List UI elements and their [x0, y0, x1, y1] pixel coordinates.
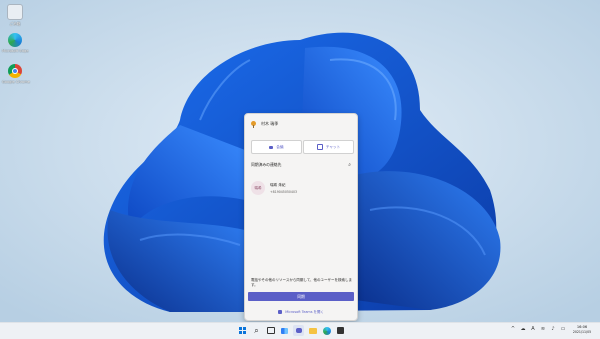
teams-chat-flyout: 村木 瑞季 会議 チャット 同期済みの連絡先 ⌕ 瑞希 瑞希 朱紀 +81904… [244, 113, 358, 321]
desktop-icon-label: Microsoft Edge [2, 49, 29, 53]
store-icon[interactable] [335, 325, 346, 336]
user-name: 村木 瑞季 [261, 121, 279, 126]
chat-bubble-icon [316, 144, 323, 150]
video-camera-icon [269, 145, 274, 149]
taskbar: ⌕ ^ ☁ A ≋ ♪ ▭ 16:06 2021/11/05 [0, 322, 600, 339]
chat-icon[interactable] [293, 325, 304, 336]
desktop-icon-recycle-bin[interactable]: ごみ箱 [2, 4, 28, 26]
system-tray: ^ ☁ A ≋ ♪ ▭ [510, 326, 566, 332]
onedrive-icon[interactable]: ☁ [520, 326, 526, 332]
profile-pin-icon [251, 120, 256, 128]
clock-date: 2021/11/05 [572, 330, 592, 334]
contact-phone: +819045050403 [270, 189, 298, 194]
search-icon[interactable]: ⌕ [348, 162, 351, 168]
meet-button-label: 会議 [276, 144, 284, 149]
open-teams-label: Microsoft Teams を開く [285, 310, 324, 314]
chat-button[interactable]: チャット [303, 140, 354, 154]
desktop-icon-edge[interactable]: Microsoft Edge [2, 33, 29, 53]
task-view-icon[interactable] [265, 325, 276, 336]
file-explorer-icon[interactable] [307, 325, 318, 336]
contact-name: 瑞希 朱紀 [270, 182, 286, 187]
synced-contacts-header: 同期済みの連絡先 ⌕ [251, 161, 351, 169]
edge-icon [8, 33, 22, 47]
windows-start-icon[interactable] [237, 325, 248, 336]
volume-icon[interactable]: ♪ [550, 326, 556, 332]
flyout-header: 村木 瑞季 [251, 119, 278, 129]
avatar: 瑞希 [251, 181, 265, 195]
desktop-icon-label: ごみ箱 [9, 22, 21, 26]
sync-description: 電話やその他のリソースから同期して、他のユーザーを検索します。 [251, 278, 352, 287]
desktop-icon-chrome[interactable]: Google Chrome [2, 64, 30, 84]
widgets-icon[interactable] [279, 325, 290, 336]
clock-time: 16:06 [576, 325, 588, 329]
edge-icon[interactable] [321, 325, 332, 336]
ime-icon[interactable]: A [530, 326, 536, 332]
chevron-up-icon[interactable]: ^ [510, 326, 516, 332]
teams-icon [278, 309, 283, 314]
chat-button-label: チャット [325, 144, 341, 149]
sync-button[interactable]: 同期 [248, 292, 354, 301]
desktop-icon-label: Google Chrome [2, 80, 30, 84]
section-title: 同期済みの連絡先 [251, 162, 282, 167]
recycle-bin-icon [7, 4, 23, 20]
contact-item[interactable]: 瑞希 瑞希 朱紀 +819045050403 [251, 176, 351, 200]
chrome-icon [8, 64, 22, 78]
search-icon[interactable]: ⌕ [251, 325, 262, 336]
clock[interactable]: 16:06 2021/11/05 [566, 325, 598, 334]
meet-button[interactable]: 会議 [251, 140, 302, 154]
open-teams-link[interactable]: Microsoft Teams を開く [245, 309, 357, 314]
wifi-icon[interactable]: ≋ [540, 326, 546, 332]
